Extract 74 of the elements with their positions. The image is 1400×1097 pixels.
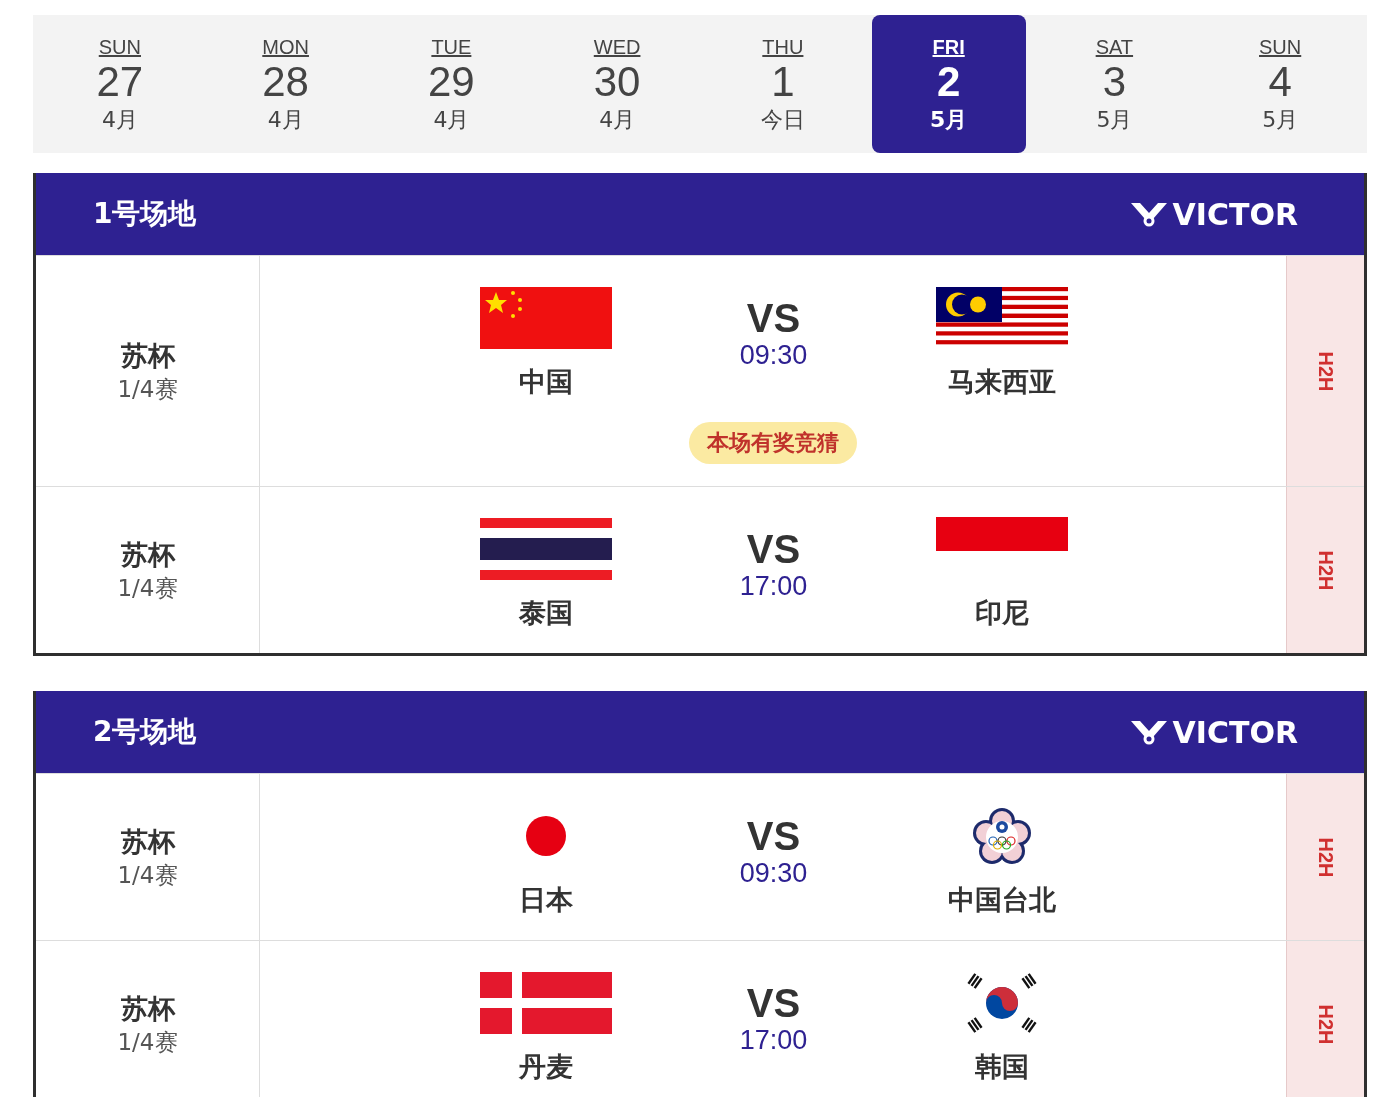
day-number: 4 xyxy=(1268,58,1292,105)
month-label: 4月 xyxy=(101,105,138,134)
weekday-label: THU xyxy=(762,35,804,59)
flag-icon xyxy=(525,816,566,856)
date-tab[interactable]: THU 1 今日 xyxy=(706,15,860,153)
vs-label: VS xyxy=(746,814,801,858)
day-number: 2 xyxy=(936,58,961,105)
date-tab[interactable]: FRI 2 5月 xyxy=(871,15,1026,153)
day-number: 28 xyxy=(262,58,309,105)
h2h-button[interactable]: H2H xyxy=(1286,941,1364,1097)
weekday-label: TUE xyxy=(431,35,472,59)
team-name: 日本 xyxy=(518,883,573,917)
vs-label: VS xyxy=(746,527,801,571)
team-name: 马来西亚 xyxy=(947,365,1056,399)
flag-icon xyxy=(965,972,1038,1034)
match-time: 17:00 xyxy=(739,1025,808,1056)
weekday-label: WED xyxy=(593,35,641,59)
round-label: 1/4赛 xyxy=(117,1027,178,1057)
day-number: 1 xyxy=(771,58,795,105)
day-number: 29 xyxy=(428,58,475,105)
h2h-button[interactable]: H2H xyxy=(1286,774,1364,940)
weekday-label: SUN xyxy=(1259,35,1302,59)
match-time: 09:30 xyxy=(739,858,808,889)
vs-label: VS xyxy=(746,981,801,1025)
date-tab[interactable]: SAT 3 5月 xyxy=(1037,15,1192,153)
round-label: 1/4赛 xyxy=(117,374,178,404)
brand-logo: VICTOR xyxy=(1172,714,1298,750)
weekday-label: FRI xyxy=(932,35,965,59)
date-tab[interactable]: TUE 29 4月 xyxy=(374,15,529,153)
event-name: 苏杯 xyxy=(120,338,175,373)
event-name: 苏杯 xyxy=(120,824,175,859)
date-tab[interactable]: SUN 4 5月 xyxy=(1203,15,1357,153)
emblem-icon xyxy=(971,807,1032,865)
date-tab[interactable]: WED 30 4月 xyxy=(540,15,694,153)
event-name: 苏杯 xyxy=(120,537,175,572)
team-name: 中国 xyxy=(518,365,573,399)
match-time: 09:30 xyxy=(739,340,808,371)
team-name: 泰国 xyxy=(518,596,573,630)
day-number: 3 xyxy=(1102,58,1127,105)
month-label: 4月 xyxy=(433,105,470,134)
prize-quiz-badge[interactable]: 本场有奖竞猜 xyxy=(689,422,857,464)
date-tab[interactable]: MON 28 4月 xyxy=(208,15,363,153)
flag-icon xyxy=(935,517,1068,551)
weekday-label: SUN xyxy=(98,35,141,59)
month-label: 4月 xyxy=(267,105,304,134)
weekday-label: MON xyxy=(262,35,309,59)
team-name: 印尼 xyxy=(974,596,1029,630)
flag-icon xyxy=(479,972,612,1034)
brand-logo: VICTOR xyxy=(1172,196,1298,232)
flag-icon xyxy=(479,287,612,349)
month-label: 5月 xyxy=(1262,105,1299,134)
month-label: 5月 xyxy=(1096,105,1133,134)
h2h-button[interactable]: H2H xyxy=(1286,256,1364,486)
shuttlecock-logo-icon xyxy=(1130,719,1167,745)
flag-icon xyxy=(479,518,612,580)
day-number: 30 xyxy=(593,58,641,105)
team-name: 丹麦 xyxy=(518,1050,573,1084)
team-name: 中国台北 xyxy=(947,883,1056,917)
team-name: 韩国 xyxy=(974,1050,1029,1084)
month-label: 5月 xyxy=(929,105,968,134)
weekday-label: SAT xyxy=(1095,35,1134,59)
vs-label: VS xyxy=(746,296,801,340)
court-title: 2号场地 xyxy=(93,714,197,750)
court-title: 1号场地 xyxy=(93,196,197,232)
round-label: 1/4赛 xyxy=(117,860,178,890)
round-label: 1/4赛 xyxy=(117,573,178,603)
shuttlecock-logo-icon xyxy=(1130,201,1167,227)
event-name: 苏杯 xyxy=(120,991,175,1026)
match-time: 17:00 xyxy=(739,571,808,602)
month-label: 4月 xyxy=(599,105,636,134)
h2h-button[interactable]: H2H xyxy=(1286,487,1364,653)
date-tab[interactable]: SUN 27 4月 xyxy=(43,15,197,153)
day-number: 27 xyxy=(96,58,144,105)
month-label: 今日 xyxy=(760,105,805,134)
